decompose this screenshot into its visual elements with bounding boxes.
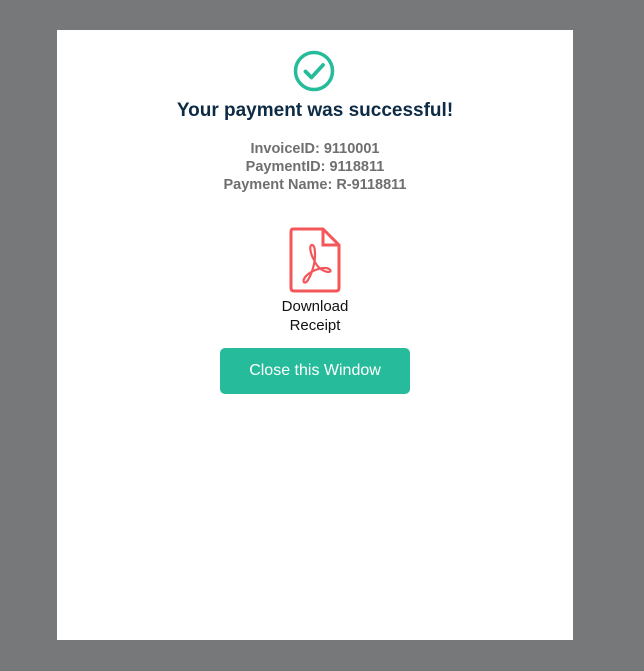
download-label-line2: Receipt [289,317,341,334]
download-receipt-link[interactable]: Download Receipt [57,297,573,335]
pdf-icon[interactable] [289,227,341,293]
payment-details: InvoiceID: 9110001 PaymentID: 9118811 Pa… [57,140,573,194]
payment-name: Payment Name: R-9118811 [223,177,407,193]
success-title: Your payment was successful! [176,100,454,121]
invoice-id: InvoiceID: 9110001 [250,141,380,157]
payment-id: PaymentID: 9118811 [245,159,385,175]
success-check-icon [293,50,335,92]
payment-success-modal: Your payment was successful! InvoiceID: … [57,30,573,640]
close-window-button[interactable]: Close this Window [220,348,410,394]
download-label-line1: Download [281,298,349,315]
